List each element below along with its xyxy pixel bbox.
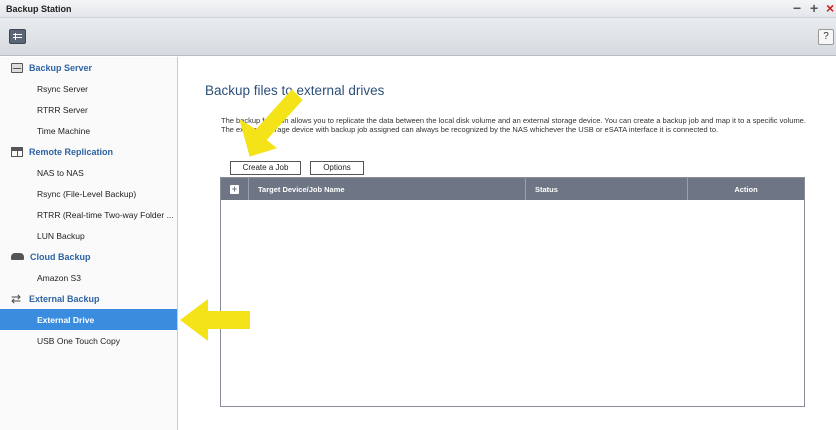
sync-icon: ⇄ xyxy=(11,291,22,306)
options-button[interactable]: Options xyxy=(310,161,364,175)
help-button[interactable]: ? xyxy=(818,29,834,45)
annotation-arrow-external-drive xyxy=(180,299,250,341)
column-header-status[interactable]: Status xyxy=(526,178,688,200)
sidebar-item-rtrr-folder[interactable]: RTRR (Real-time Two-way Folder ... xyxy=(0,204,177,225)
sidebar: Backup Server Rsync Server RTRR Server T… xyxy=(0,57,178,430)
window-titlebar: Backup Station − + × xyxy=(0,0,836,18)
sidebar-group-label: Cloud Backup xyxy=(30,251,91,262)
annotation-arrow-create-job xyxy=(239,89,303,157)
sidebar-item-amazon-s3[interactable]: Amazon S3 xyxy=(0,267,177,288)
column-header-action[interactable]: Action xyxy=(688,178,804,200)
toolbar: ? xyxy=(0,18,836,56)
server-icon xyxy=(11,62,23,73)
sidebar-group-label: Backup Server xyxy=(29,62,93,73)
sidebar-group-cloud-backup[interactable]: Cloud Backup xyxy=(0,246,177,267)
sidebar-group-backup-server[interactable]: Backup Server xyxy=(0,57,177,78)
sidebar-group-remote-replication[interactable]: Remote Replication xyxy=(0,141,177,162)
remote-replication-icon xyxy=(11,146,23,157)
add-column[interactable]: + xyxy=(221,178,249,200)
window-title: Backup Station xyxy=(6,4,72,14)
sidebar-item-lun-backup[interactable]: LUN Backup xyxy=(0,225,177,246)
sidebar-item-rsync-server[interactable]: Rsync Server xyxy=(0,78,177,99)
job-table: + Target Device/Job Name Status Action xyxy=(220,177,805,407)
sidebar-group-external-backup[interactable]: ⇄ External Backup xyxy=(0,288,177,309)
sidebar-item-usb-one-touch-copy[interactable]: USB One Touch Copy xyxy=(0,330,177,351)
sidebar-group-label: External Backup xyxy=(29,293,100,304)
sidebar-group-label: Remote Replication xyxy=(29,146,114,157)
cloud-icon xyxy=(11,253,24,260)
table-header: + Target Device/Job Name Status Action xyxy=(221,178,804,200)
minimize-button[interactable]: − xyxy=(793,1,801,15)
menu-toggle-icon[interactable] xyxy=(9,29,26,44)
maximize-button[interactable]: + xyxy=(810,1,818,15)
column-header-target[interactable]: Target Device/Job Name xyxy=(249,178,526,200)
close-button[interactable]: × xyxy=(826,1,834,15)
sidebar-item-rsync-file-level[interactable]: Rsync (File-Level Backup) xyxy=(0,183,177,204)
sidebar-item-nas-to-nas[interactable]: NAS to NAS xyxy=(0,162,177,183)
sidebar-item-rtrr-server[interactable]: RTRR Server xyxy=(0,99,177,120)
sidebar-item-external-drive[interactable]: External Drive xyxy=(0,309,177,330)
sidebar-item-time-machine[interactable]: Time Machine xyxy=(0,120,177,141)
plus-icon[interactable]: + xyxy=(230,184,239,194)
